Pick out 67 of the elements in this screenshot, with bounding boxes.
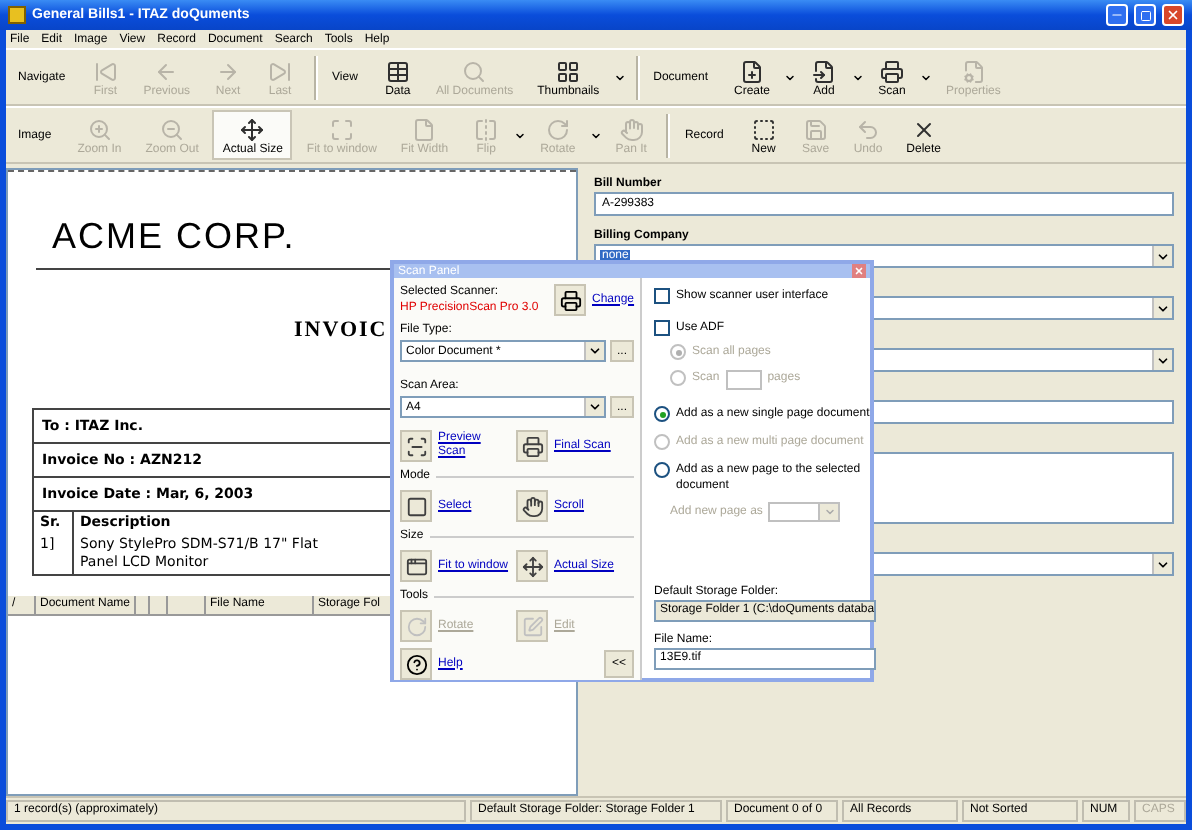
close-button[interactable] [852,264,866,278]
square-icon [405,495,427,517]
zoom-in-icon [87,118,112,142]
rotate-icon [545,118,570,142]
page-icon [412,118,437,142]
undo-icon [855,118,880,142]
tool-button[interactable] [400,430,432,462]
tool-button[interactable] [516,490,548,522]
hand-icon [619,118,644,142]
hand-icon [521,495,543,517]
file-arrow-icon [812,60,837,84]
arrow-right-icon [216,60,241,84]
checkbox[interactable] [654,320,671,336]
tool-button[interactable] [516,550,548,582]
window-icon [405,555,427,577]
close-icon [1166,8,1180,22]
tool-button[interactable] [516,430,548,462]
zoom-out-icon [160,118,185,142]
frame-icon [329,118,354,142]
dropdown-caret-icon[interactable] [514,129,527,141]
four-arrows-icon [240,118,265,142]
dashed-square-icon [751,118,776,142]
radio-button[interactable] [654,406,671,422]
dropdown-caret-icon [1156,301,1170,315]
tool-button[interactable] [400,550,432,582]
table-icon [385,60,410,84]
scanner-button[interactable] [554,284,586,316]
grid-icon [556,60,581,84]
dropdown-caret-icon [1156,249,1170,263]
file-plus-icon [740,60,764,84]
page-count-field[interactable] [725,370,762,390]
skip-forward-icon [268,60,293,84]
checkbox[interactable] [654,288,671,304]
invoice-heading: INVOIC [294,318,388,346]
dropdown-caret-icon [588,400,603,414]
help-button[interactable] [400,648,432,680]
maximize-icon [1139,9,1151,21]
maximize-button[interactable] [1134,4,1156,26]
save-icon [803,118,828,142]
dropdown-caret-icon [823,506,836,518]
dropdown-caret-icon[interactable] [784,71,797,83]
dropdown-caret-icon[interactable] [613,71,626,83]
close-icon [854,266,864,276]
close-button[interactable] [1162,4,1184,26]
dropdown-caret-icon [1156,353,1170,367]
dropdown-caret-icon [1156,557,1170,571]
flip-icon [474,118,499,142]
app-icon [8,6,26,24]
dropdown-caret-icon[interactable] [920,71,933,83]
dropdown-caret-icon[interactable] [589,129,602,141]
dropdown-field[interactable] [768,502,841,522]
company-name: ACME CORP. [50,216,298,260]
radio-button[interactable] [654,462,671,478]
tool-button[interactable] [400,490,432,522]
four-arrows-icon [521,555,543,577]
minimize-button[interactable] [1106,4,1128,26]
dropdown-caret-icon[interactable] [852,71,865,83]
magnifier-icon [462,60,487,84]
minimize-icon [1110,8,1124,22]
dropdown-caret-icon [588,344,603,358]
edit-icon [521,615,543,637]
cross-icon [911,118,936,142]
arrow-left-icon [154,60,179,84]
rotate-icon [405,615,427,637]
skip-back-icon [93,60,118,84]
help-icon [405,653,427,675]
file-gear-icon [961,60,986,84]
